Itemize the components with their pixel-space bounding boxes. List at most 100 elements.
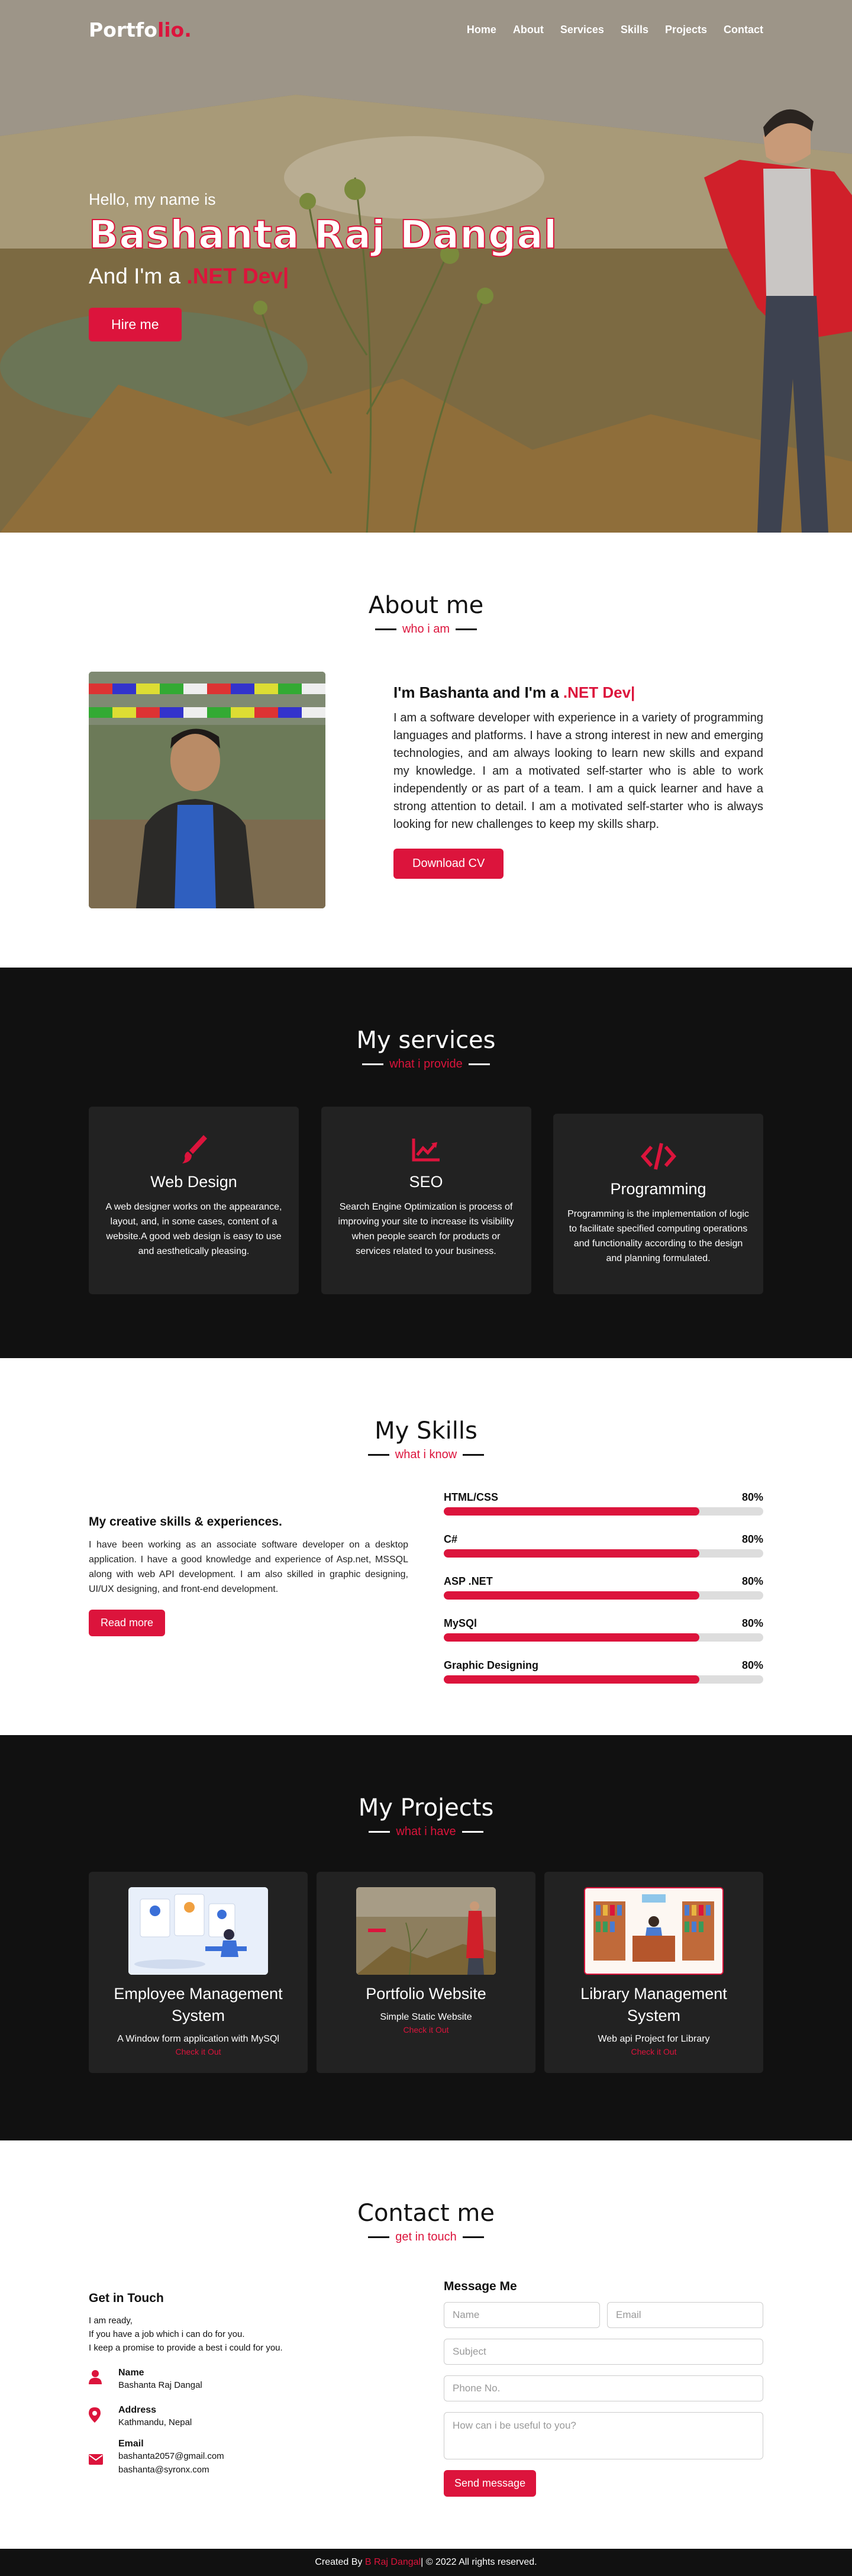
- logo-main: Portfo: [89, 18, 157, 41]
- footer-suffix: | © 2022 All rights reserved.: [421, 2557, 537, 2567]
- about-section: About me who i am I'm Bashanta and I'm a…: [0, 533, 852, 968]
- skill-bar: ASP .NET 80%: [444, 1575, 763, 1600]
- nav-menu: Home About Services Skills Projects Cont…: [467, 24, 763, 36]
- nav-contact[interactable]: Contact: [724, 24, 763, 36]
- footer-author-link[interactable]: B Raj Dangal: [365, 2557, 421, 2568]
- service-text: A web designer works on the appearance, …: [105, 1202, 282, 1256]
- about-heading: I'm Bashanta and I'm a .NET Dev|: [393, 684, 763, 702]
- subject-field[interactable]: Subject: [444, 2339, 763, 2365]
- skill-percent: 80%: [741, 1659, 763, 1671]
- service-card-web-design: Web Design A web designer works on the a…: [89, 1107, 299, 1294]
- about-subtitle-text: who i am: [402, 623, 450, 636]
- envelope-icon: [89, 2439, 118, 2468]
- hero-role-typed: .NET Dev|: [186, 264, 289, 288]
- read-more-button[interactable]: Read more: [89, 1610, 166, 1636]
- skill-fill: [444, 1549, 699, 1558]
- nav-home[interactable]: Home: [467, 24, 496, 36]
- project-desc: Simple Static Website: [380, 2012, 472, 2022]
- contact-intro-line: I am ready,: [89, 2316, 133, 2326]
- skills-title: My Skills: [375, 1417, 477, 1445]
- skill-track: [444, 1633, 763, 1642]
- skills-section: My Skills what i know My creative skills…: [0, 1358, 852, 1735]
- services-subtitle: what i provide: [362, 1058, 490, 1071]
- project-link[interactable]: Check it Out: [328, 2025, 524, 2035]
- contact-section: Contact me get in touch Get in Touch I a…: [0, 2140, 852, 2549]
- contact-address-label: Address: [118, 2405, 157, 2415]
- contact-name-value: Bashanta Raj Dangal: [118, 2380, 202, 2390]
- about-photo: [89, 672, 325, 908]
- email-field[interactable]: Email: [607, 2302, 763, 2328]
- nav-about[interactable]: About: [513, 24, 544, 36]
- map-marker-icon: [89, 2405, 118, 2426]
- project-desc: Web api Project for Library: [598, 2034, 710, 2044]
- chart-line-icon: [335, 1131, 517, 1167]
- hero-role-prefix: And I'm a: [89, 264, 187, 288]
- services-title: My services: [356, 1027, 496, 1054]
- project-thumbnail: [128, 1887, 268, 1975]
- contact-subtitle: get in touch: [368, 2230, 484, 2244]
- skill-percent: 80%: [741, 1575, 763, 1587]
- download-cv-button[interactable]: Download CV: [393, 849, 504, 879]
- contact-name-label: Name: [118, 2368, 144, 2378]
- project-link[interactable]: Check it Out: [556, 2047, 751, 2056]
- about-subtitle: who i am: [375, 623, 477, 636]
- service-text: Programming is the implementation of log…: [567, 1209, 749, 1263]
- contact-name-row: Name Bashanta Raj Dangal: [89, 2368, 408, 2392]
- skill-fill: [444, 1507, 699, 1516]
- hire-me-button[interactable]: Hire me: [89, 308, 182, 341]
- skills-subtitle-text: what i know: [395, 1448, 457, 1461]
- skill-track: [444, 1675, 763, 1684]
- hero-name: Bashanta Raj Dangal: [88, 211, 558, 258]
- skills-heading: My creative skills & experiences.: [89, 1515, 282, 1529]
- project-card-employee: Employee Management System A Window form…: [89, 1872, 308, 2073]
- skill-name: MySQl: [444, 1617, 477, 1629]
- logo-accent: lio.: [157, 18, 192, 41]
- skill-percent: 80%: [741, 1491, 763, 1503]
- about-paragraph: I am a software developer with experienc…: [393, 711, 763, 831]
- contact-form-title: Message Me: [444, 2280, 517, 2293]
- skill-bar: MySQl 80%: [444, 1617, 763, 1642]
- skill-name: Graphic Designing: [444, 1659, 539, 1671]
- skill-bar: HTML/CSS 80%: [444, 1491, 763, 1516]
- skill-track: [444, 1549, 763, 1558]
- contact-address-value: Kathmandu, Nepal: [118, 2417, 192, 2427]
- nav-services[interactable]: Services: [560, 24, 604, 36]
- skill-bar: C# 80%: [444, 1533, 763, 1558]
- skill-bars: HTML/CSS 80% C# 80% ASP .NET 80% MySQl 80% G…: [444, 1491, 763, 1701]
- hero-greeting: Hello, my name is: [89, 191, 216, 208]
- skill-percent: 80%: [741, 1617, 763, 1629]
- project-title: Portfolio Website: [366, 1985, 486, 2003]
- send-message-button[interactable]: Send message: [444, 2470, 537, 2497]
- user-icon: [89, 2368, 118, 2387]
- message-field[interactable]: How can i be useful to you?: [444, 2412, 763, 2459]
- hero-role: And I'm a .NET Dev|: [89, 264, 289, 289]
- projects-subtitle-text: what i have: [396, 1825, 456, 1838]
- skill-fill: [444, 1633, 699, 1642]
- skills-subtitle: what i know: [367, 1448, 485, 1462]
- contact-email-2[interactable]: bashanta@syronx.com: [118, 2463, 224, 2477]
- contact-intro-line: I keep a promise to provide a best i cou…: [89, 2343, 283, 2353]
- home-section: Hello, my name is Bashanta Raj Dangal An…: [0, 0, 852, 533]
- skill-percent: 80%: [741, 1533, 763, 1545]
- skill-fill: [444, 1591, 699, 1600]
- logo[interactable]: Portfolio.: [89, 18, 192, 41]
- contact-email-1[interactable]: bashanta2057@gmail.com: [118, 2449, 224, 2463]
- skill-track: [444, 1591, 763, 1600]
- project-thumbnail: [356, 1887, 496, 1975]
- contact-intro: I am ready, If you have a job which i ca…: [89, 2314, 408, 2355]
- name-field[interactable]: Name: [444, 2302, 600, 2328]
- contact-title: Contact me: [357, 2200, 495, 2227]
- contact-email-label: Email: [118, 2439, 144, 2449]
- about-heading-prefix: I'm Bashanta and I'm a: [393, 684, 563, 701]
- nav-projects[interactable]: Projects: [665, 24, 707, 36]
- services-section: My services what i provide Web Design A …: [0, 968, 852, 1358]
- project-link[interactable]: Check it Out: [101, 2047, 296, 2056]
- code-icon: [567, 1139, 749, 1174]
- nav-skills[interactable]: Skills: [621, 24, 648, 36]
- skill-name: HTML/CSS: [444, 1491, 498, 1503]
- skill-name: C#: [444, 1533, 458, 1545]
- phone-field[interactable]: Phone No.: [444, 2375, 763, 2401]
- project-thumbnail: [584, 1887, 724, 1975]
- service-text: Search Engine Optimization is process of…: [338, 1202, 514, 1256]
- contact-email-row: Email bashanta2057@gmail.com bashanta@syro…: [89, 2439, 408, 2477]
